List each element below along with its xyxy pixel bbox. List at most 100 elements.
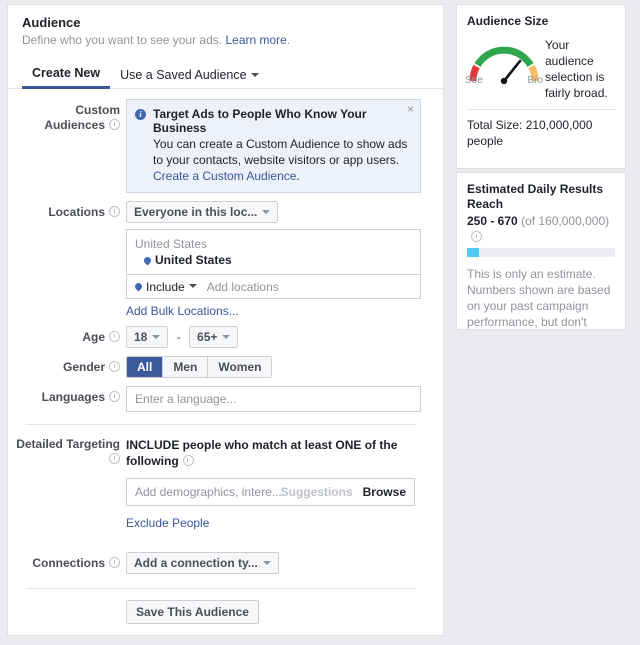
connections-label: Connections [8,552,126,574]
audience-size-gauge: Spe Bro [463,35,545,101]
info-icon[interactable] [109,331,120,342]
detailed-targeting-heading-text: INCLUDE people who match at least ONE of… [126,438,397,468]
tab-use-saved-audience-label: Use a Saved Audience [120,68,246,82]
row-connections: Connections Add a connection ty... [8,552,429,574]
estimated-results-note: This is only an estimate. Numbers shown … [457,257,625,330]
subtitle-period: . [287,33,290,47]
add-locations-input[interactable]: Add locations [207,280,279,294]
audience-card: Audience Define who you want to see your… [7,4,444,636]
page-title: Audience [22,15,429,31]
notice-period: . [296,169,299,183]
row-languages: Languages Enter a language... [8,386,429,412]
reach-progress-fill [467,248,479,257]
detailed-targeting-label-line2 [8,452,120,467]
locations-field: Everyone in this loc... United States Un… [126,201,429,318]
gender-option-all[interactable]: All [127,357,163,377]
languages-input[interactable]: Enter a language... [126,386,421,412]
page-subtitle: Define who you want to see your ads. Lea… [22,32,429,48]
save-field: Save This Audience [126,600,429,624]
location-input-row: Include Add locations [127,275,420,298]
locations-box: United States United States Include Add … [126,229,421,299]
info-icon[interactable] [109,119,120,130]
detailed-targeting-label-line1: Detailed Targeting [8,437,120,452]
detailed-targeting-input[interactable]: Add demographics, intere... [135,485,281,499]
detailed-targeting-heading: INCLUDE people who match at least ONE of… [126,437,406,469]
age-label: Age [8,326,126,348]
gauge-label-broad: Bro [527,75,543,83]
exclude-people-link[interactable]: Exclude People [126,516,429,530]
row-locations: Locations Everyone in this loc... United… [8,201,429,318]
map-pin-icon [134,282,144,292]
audience-tabs: Create New Use a Saved Audience [8,61,443,89]
estimated-reach-row: 250 - 670 (of 160,000,000) [457,212,625,245]
learn-more-link[interactable]: Learn more [225,33,286,47]
audience-size-description: Your audience selection is fairly broad. [545,35,615,101]
audience-size-gauge-row: Spe Bro Your audience selection is fairl… [457,29,625,101]
tab-use-saved-audience[interactable]: Use a Saved Audience [110,68,268,88]
tab-create-new[interactable]: Create New [22,66,110,89]
chevron-down-icon [251,73,259,77]
estimated-results-title: Estimated Daily Results [457,173,625,197]
estimated-reach-total: (of 160,000,000) [521,214,609,228]
row-save: Save This Audience [8,600,429,624]
add-bulk-locations-link[interactable]: Add Bulk Locations... [126,304,429,318]
total-audience-size: Total Size: 210,000,000 people [457,110,625,149]
info-icon[interactable] [109,557,120,568]
audience-form: Custom Audiences i × Target Ads to Peopl… [8,89,443,624]
location-scope-label: Everyone in this loc... [134,205,257,219]
info-icon[interactable] [109,206,120,217]
custom-audiences-label-line2: Audiences [8,118,120,133]
estimated-results-subtitle: Reach [457,197,625,212]
row-custom-audiences: Custom Audiences i × Target Ads to Peopl… [8,99,429,193]
location-scope-button[interactable]: Everyone in this loc... [126,201,278,223]
custom-audiences-label-line1: Custom [8,103,120,118]
languages-label: Languages [8,386,126,412]
connections-field: Add a connection ty... [126,552,429,574]
browse-button[interactable]: Browse [363,485,406,499]
estimated-results-panel: Estimated Daily Results Reach 250 - 670 … [456,172,626,330]
info-icon[interactable] [109,391,120,402]
info-icon[interactable] [471,231,482,242]
custom-audiences-label: Custom Audiences [8,99,126,193]
save-row-spacer [8,600,126,624]
gauge-label-specific: Spe [465,75,483,83]
age-min-select[interactable]: 18 [126,326,168,348]
audience-editor-page: Audience Define who you want to see your… [0,0,640,645]
location-chip-label: United States [155,253,232,267]
age-field: 18 - 65+ [126,326,429,348]
chevron-down-icon [189,284,197,288]
detailed-targeting-field: INCLUDE people who match at least ONE of… [126,437,429,530]
location-group-label: United States [135,236,412,252]
detailed-targeting-label: Detailed Targeting [8,437,126,530]
detailed-targeting-input-row: Add demographics, intere... Suggestions … [126,478,415,506]
notice-title: Target Ads to People Who Know Your Busin… [153,107,411,135]
gender-option-women[interactable]: Women [208,357,271,377]
include-label: Include [146,280,185,294]
audience-size-panel: Audience Size Spe Bro Your audience sele… [456,4,626,169]
info-icon[interactable] [183,455,194,466]
gender-toggle-group: All Men Women [126,356,272,378]
connections-select-label: Add a connection ty... [134,556,258,570]
gender-label: Gender [8,356,126,378]
page-subtitle-text: Define who you want to see your ads. [22,33,222,47]
info-icon[interactable] [109,361,120,372]
include-exclude-select[interactable]: Include [146,280,197,294]
suggestions-button[interactable]: Suggestions [281,485,353,499]
chevron-down-icon [262,210,270,214]
close-icon[interactable]: × [407,103,414,115]
save-button[interactable]: Save This Audience [126,600,259,624]
reach-progress-bar [467,248,615,257]
card-header: Audience Define who you want to see your… [8,5,443,48]
connections-select[interactable]: Add a connection ty... [126,552,279,574]
gauge-scale-labels: Spe Bro [463,75,545,83]
location-chip-united-states[interactable]: United States [135,252,412,269]
age-max-select[interactable]: 65+ [189,326,238,348]
age-max-value: 65+ [197,330,217,344]
create-custom-audience-link[interactable]: Create a Custom Audience [153,169,296,183]
info-icon[interactable] [109,453,120,464]
age-min-value: 18 [134,330,147,344]
notice-body: You can create a Custom Audience to show… [153,136,411,184]
estimated-reach-value: 250 - 670 [467,214,518,228]
gender-option-men[interactable]: Men [163,357,208,377]
divider [26,588,415,589]
